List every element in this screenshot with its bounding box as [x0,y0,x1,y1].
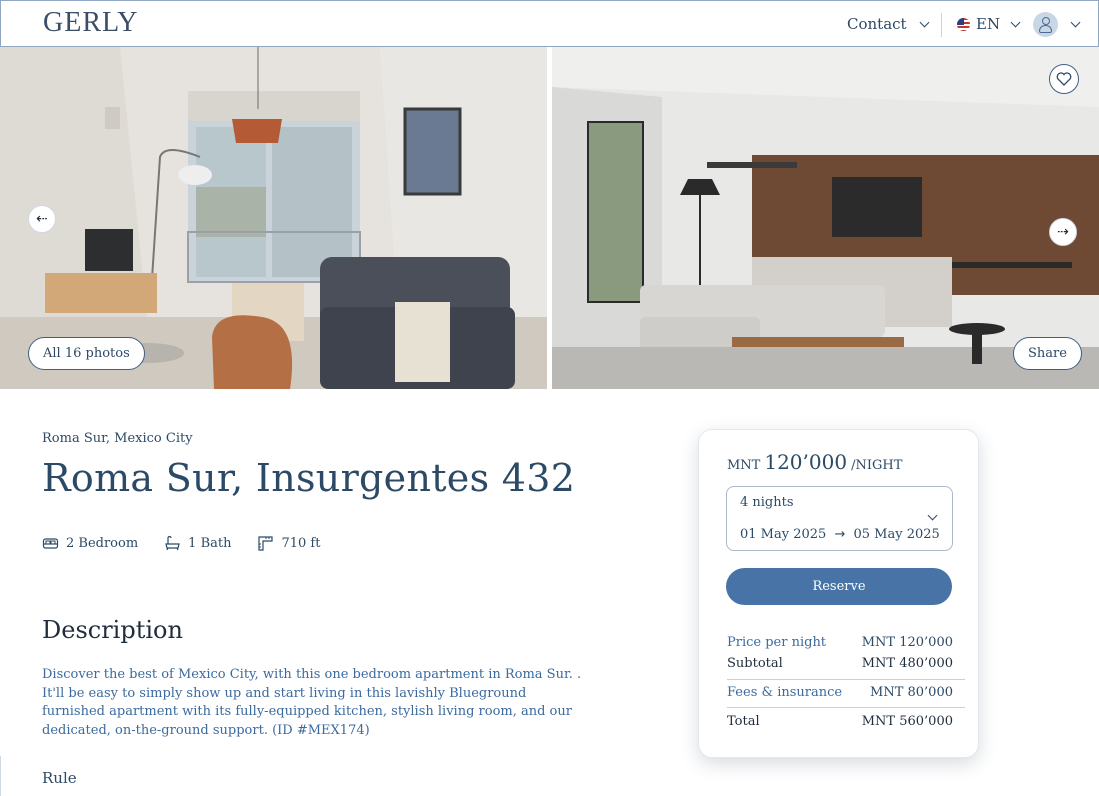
top-nav: GERLY Contact EN [0,0,1099,47]
price-line-total: Total MNT 560’000 [727,714,965,729]
line-label: Fees & insurance [727,685,843,700]
feature-area: 710 ft [257,535,320,552]
nav-divider [941,13,942,37]
chevron-down-icon [1010,17,1021,27]
user-menu[interactable] [1033,12,1081,37]
heart-icon [1056,72,1072,86]
divider [727,707,965,708]
logo[interactable]: GERLY [43,7,139,39]
listing-location: Roma Sur, Mexico City [42,431,193,446]
gallery-photo-living-room[interactable]: ⇠ All 16 photos [0,47,547,389]
price-per-night: /NIGHT [851,458,903,473]
ruler-icon [258,536,274,551]
reserve-button[interactable]: Reserve [726,568,952,605]
listing-title: Roma Sur, Insurgentes 432 [42,456,576,500]
feature-label: 710 ft [281,536,321,551]
feature-label: 2 Bedroom [66,536,139,551]
check-in-date: 01 May 2025 [740,527,827,542]
us-flag-icon [957,17,970,31]
favorite-button[interactable] [1049,64,1079,94]
price-line: Fees & insurance MNT 80’000 [727,685,965,700]
contact-label: Contact [847,15,907,33]
arrow-left-icon: ⇠ [36,211,48,227]
arrow-right-icon: ⇢ [1057,224,1069,240]
kitchen-illustration [552,47,1099,389]
nights-count: 4 nights [740,495,794,510]
line-label: Price per night [727,635,827,650]
listing-features: 2 Bedroom 1 Bath 710 ft [42,535,320,552]
description-title: Description [42,616,183,644]
divider [0,756,1,796]
bath-icon [165,535,180,551]
chevron-down-icon [927,510,938,521]
description-text: Discover the best of Mexico City, with t… [42,667,582,738]
contact-menu[interactable]: Contact [847,15,930,33]
chevron-down-icon [919,17,930,27]
language-selector[interactable]: EN [957,15,1021,33]
check-out-date: 05 May 2025 [853,527,940,542]
bed-icon [42,538,59,549]
gallery-photo-kitchen[interactable]: ⇢ Share [552,47,1099,389]
photo-gallery: ⇠ All 16 photos ⇢ Share [0,47,1099,389]
chevron-down-icon [1070,17,1081,28]
all-photos-button[interactable]: All 16 photos [28,337,145,370]
next-photo-button[interactable]: ⇢ [1049,218,1077,246]
prev-photo-button[interactable]: ⇠ [28,205,56,233]
nightly-price: MNT 120’000 /NIGHT [727,450,902,474]
price-line: Subtotal MNT 480’000 [727,656,965,671]
feature-bedrooms: 2 Bedroom [42,535,138,552]
booking-card: MNT 120’000 /NIGHT 4 nights 01 May 2025 … [698,429,979,758]
price-amount: 120’000 [764,450,848,474]
price-currency: MNT [727,458,761,473]
share-button[interactable]: Share [1013,337,1082,370]
price-line: Price per night MNT 120’000 [727,635,965,650]
line-value: MNT 120’000 [861,635,953,650]
line-value: MNT 560’000 [861,714,953,729]
divider [727,679,965,680]
arrow-right-icon: → [834,527,846,542]
avatar [1033,12,1058,37]
line-label: Total [727,714,760,729]
feature-bathrooms: 1 Bath [164,535,231,552]
line-label: Subtotal [727,656,783,671]
date-range: 01 May 2025 → 05 May 2025 [740,527,940,542]
feature-label: 1 Bath [188,536,232,551]
line-value: MNT 80’000 [870,685,953,700]
language-label: EN [976,15,1001,33]
date-selector[interactable]: 4 nights 01 May 2025 → 05 May 2025 [726,486,953,551]
line-value: MNT 480’000 [861,656,953,671]
rule-title: Rule [42,769,77,787]
